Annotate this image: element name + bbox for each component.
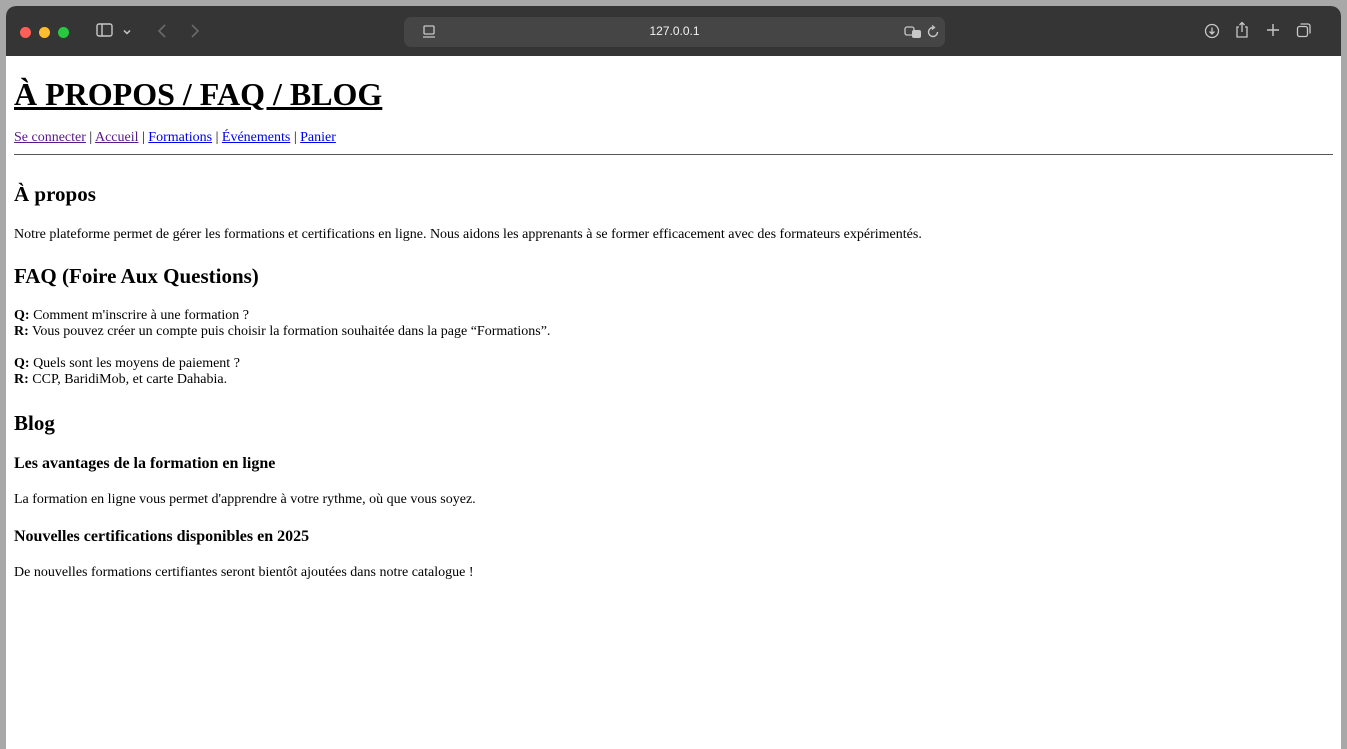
nav-separator: | bbox=[138, 130, 149, 145]
sidebar-icon[interactable] bbox=[96, 22, 114, 43]
nav-separator: | bbox=[212, 130, 222, 145]
download-icon[interactable] bbox=[1204, 23, 1220, 44]
nav-link-home[interactable]: Accueil bbox=[95, 130, 139, 145]
nav-link-cart[interactable]: Panier bbox=[300, 130, 336, 145]
browser-window: 127.0.0.1 À PROPOS / FAQ / BLOG Se conne… bbox=[6, 6, 1341, 749]
answer-label: R: bbox=[14, 324, 29, 339]
share-icon[interactable] bbox=[1234, 21, 1250, 44]
blog-post-text: La formation en ligne vous permet d'appr… bbox=[14, 492, 476, 507]
nav-link-login[interactable]: Se connecter bbox=[14, 130, 86, 145]
answer-label: R: bbox=[14, 372, 29, 387]
faq-answer: CCP, BaridiMob, et carte Dahabia. bbox=[32, 372, 228, 387]
new-tab-icon[interactable] bbox=[1265, 22, 1281, 43]
faq-item: Q: Comment m'inscrire à une formation ? … bbox=[14, 308, 550, 340]
nav-separator: | bbox=[85, 130, 95, 145]
close-window-button[interactable] bbox=[20, 27, 31, 38]
faq-heading: FAQ (Foire Aux Questions) bbox=[14, 264, 259, 288]
blog-heading: Blog bbox=[14, 411, 55, 435]
tabs-overview-icon[interactable] bbox=[1296, 22, 1312, 43]
minimize-window-button[interactable] bbox=[39, 27, 50, 38]
question-label: Q: bbox=[14, 308, 30, 323]
nav-link-events[interactable]: Événements bbox=[222, 130, 290, 145]
faq-question: Quels sont les moyens de paiement ? bbox=[33, 356, 240, 371]
page-content: À PROPOS / FAQ / BLOG Se connecter | Acc… bbox=[6, 56, 1341, 749]
divider bbox=[14, 154, 1333, 155]
page-title: À PROPOS / FAQ / BLOG bbox=[14, 76, 383, 112]
blog-post-title: Nouvelles certifications disponibles en … bbox=[14, 528, 310, 545]
address-bar[interactable]: 127.0.0.1 bbox=[404, 17, 945, 47]
faq-item: Q: Quels sont les moyens de paiement ? R… bbox=[14, 356, 240, 388]
faq-answer: Vous pouvez créer un compte puis choisir… bbox=[32, 324, 551, 339]
reload-icon[interactable] bbox=[926, 24, 940, 45]
nav-link-trainings[interactable]: Formations bbox=[148, 130, 212, 145]
chevron-down-icon[interactable] bbox=[122, 24, 132, 42]
about-heading: À propos bbox=[14, 182, 96, 206]
about-text: Notre plateforme permet de gérer les for… bbox=[14, 227, 922, 242]
translate-icon[interactable] bbox=[904, 24, 922, 45]
blog-post-title: Les avantages de la formation en ligne bbox=[14, 455, 276, 472]
forward-icon[interactable] bbox=[189, 22, 201, 45]
url-text[interactable]: 127.0.0.1 bbox=[404, 24, 945, 38]
back-icon[interactable] bbox=[156, 22, 168, 45]
faq-question: Comment m'inscrire à une formation ? bbox=[33, 308, 250, 323]
browser-toolbar: 127.0.0.1 bbox=[6, 6, 1341, 56]
main-nav: Se connecter | Accueil | Formations | Év… bbox=[14, 130, 336, 146]
question-label: Q: bbox=[14, 356, 30, 371]
maximize-window-button[interactable] bbox=[58, 27, 69, 38]
blog-post-text: De nouvelles formations certifiantes ser… bbox=[14, 565, 474, 580]
nav-separator: | bbox=[290, 130, 301, 145]
